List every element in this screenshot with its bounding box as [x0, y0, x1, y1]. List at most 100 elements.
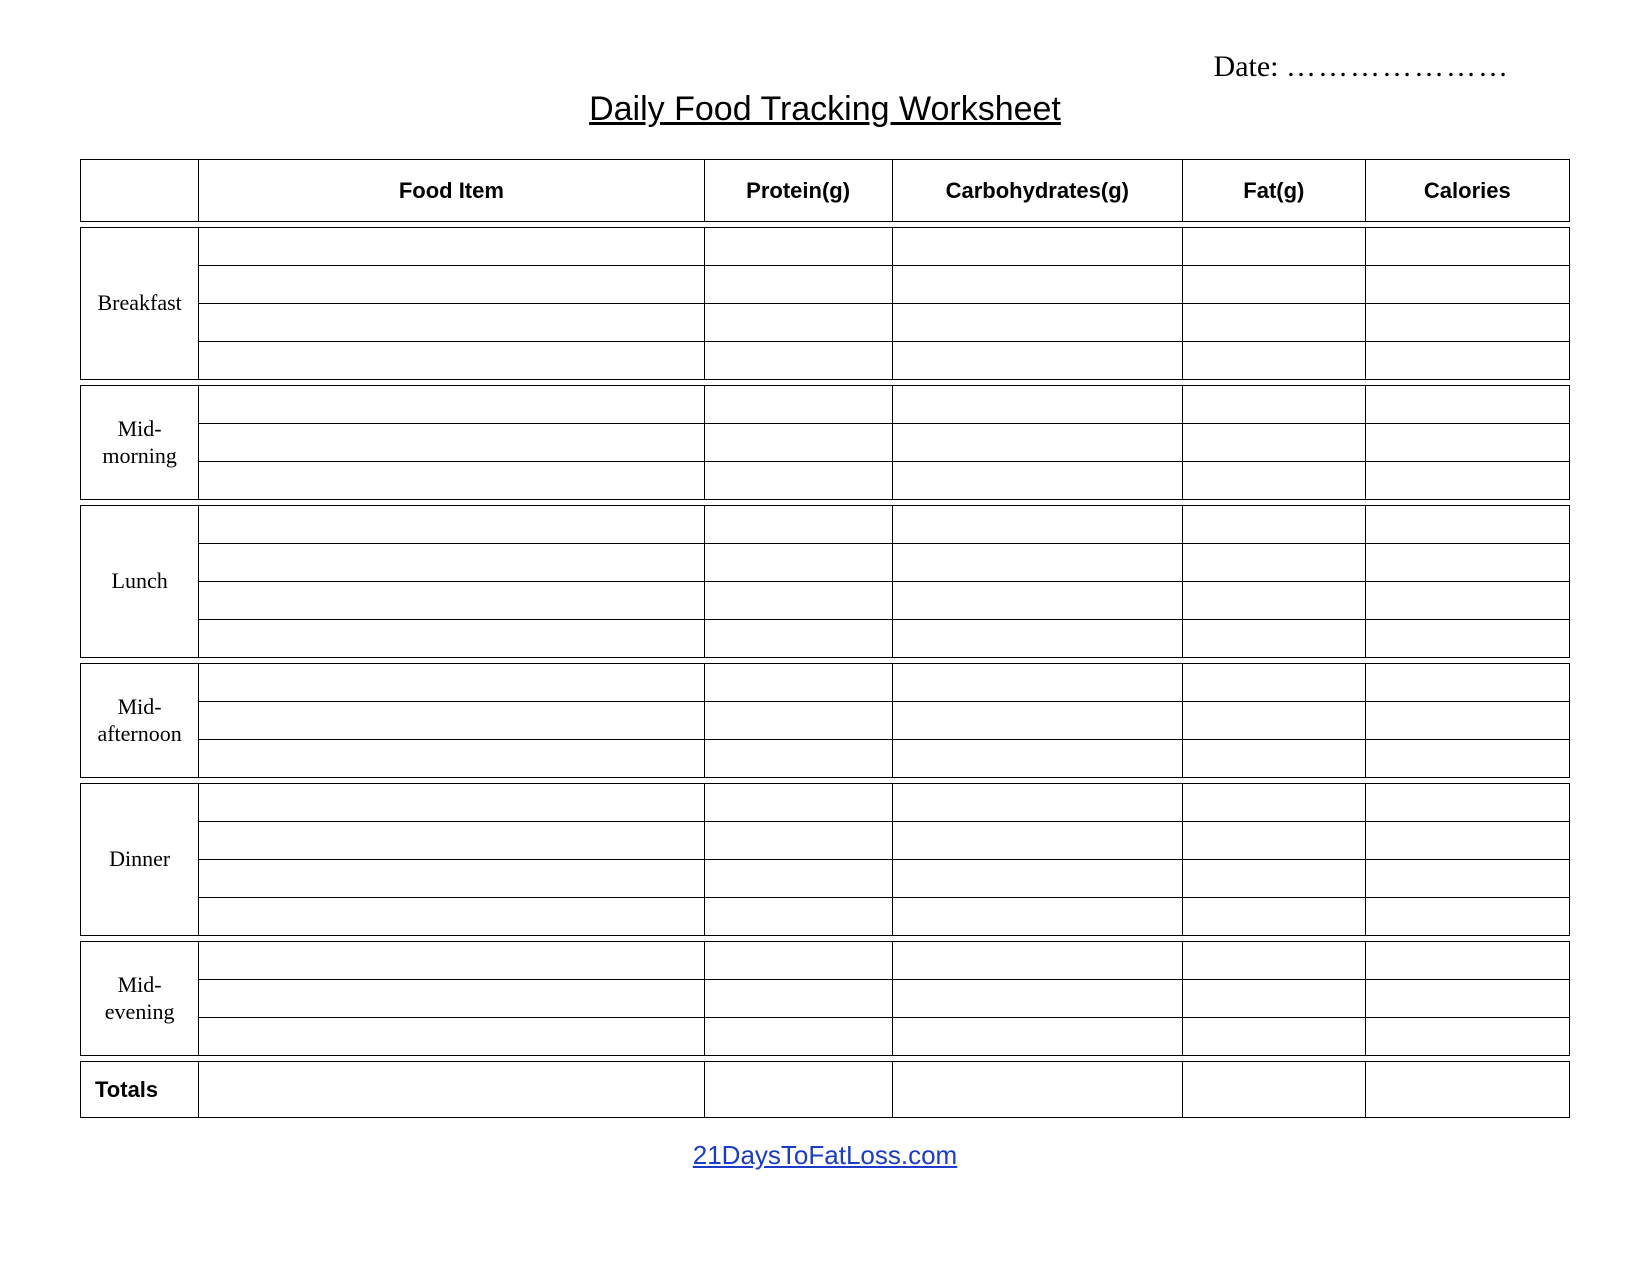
table-cell	[704, 784, 892, 822]
table-cell	[199, 898, 704, 936]
footer: 21DaysToFatLoss.com	[80, 1140, 1570, 1171]
table-row: Mid- evening	[81, 942, 1570, 980]
table-cell	[704, 544, 892, 582]
table-cell	[1365, 942, 1569, 980]
table-cell	[199, 1018, 704, 1056]
table-cell	[704, 702, 892, 740]
table-cell	[199, 582, 704, 620]
col-protein-header: Protein(g)	[704, 160, 892, 222]
table-cell	[1182, 784, 1365, 822]
table-row: Lunch	[81, 506, 1570, 544]
table-cell	[199, 342, 704, 380]
table-cell	[1182, 620, 1365, 658]
date-blank: …………………	[1286, 50, 1510, 83]
table-cell	[199, 620, 704, 658]
table-cell	[1182, 740, 1365, 778]
table-cell	[892, 266, 1182, 304]
table-cell	[892, 582, 1182, 620]
table-cell	[704, 740, 892, 778]
meal-label: Breakfast	[81, 228, 199, 380]
table-cell	[1365, 506, 1569, 544]
meal-label: Mid- afternoon	[81, 664, 199, 778]
page-title: Daily Food Tracking Worksheet	[80, 90, 1570, 129]
table-cell	[199, 980, 704, 1018]
table-cell	[199, 304, 704, 342]
table-cell	[1365, 620, 1569, 658]
meal-label: Dinner	[81, 784, 199, 936]
table-cell	[199, 506, 704, 544]
table-cell	[892, 822, 1182, 860]
table-cell	[1365, 1018, 1569, 1056]
table-cell	[1182, 980, 1365, 1018]
table-cell	[1365, 544, 1569, 582]
table-cell	[892, 860, 1182, 898]
table-row	[81, 980, 1570, 1018]
table-row	[81, 822, 1570, 860]
table-cell	[704, 386, 892, 424]
table-cell	[199, 424, 704, 462]
table-cell	[704, 506, 892, 544]
table-cell	[704, 898, 892, 936]
worksheet-page: Date: ………………… Daily Food Tracking Worksh…	[0, 0, 1650, 1275]
table-cell	[1365, 304, 1569, 342]
totals-cell	[1365, 1062, 1569, 1118]
table-cell	[892, 620, 1182, 658]
table-cell	[1365, 386, 1569, 424]
table-cell	[1182, 386, 1365, 424]
table-cell	[1182, 822, 1365, 860]
table-cell	[1365, 342, 1569, 380]
table-cell	[1182, 544, 1365, 582]
table-cell	[704, 342, 892, 380]
table-row	[81, 898, 1570, 936]
table-cell	[1182, 582, 1365, 620]
table-row	[81, 620, 1570, 658]
table-row: Mid- afternoon	[81, 664, 1570, 702]
table-cell	[892, 304, 1182, 342]
date-label: Date:	[1214, 50, 1279, 83]
col-meal-header	[81, 160, 199, 222]
table-row	[81, 266, 1570, 304]
meal-label: Mid- evening	[81, 942, 199, 1056]
table-cell	[1365, 784, 1569, 822]
col-carbs-header: Carbohydrates(g)	[892, 160, 1182, 222]
table-cell	[892, 942, 1182, 980]
table-cell	[1365, 980, 1569, 1018]
table-cell	[704, 424, 892, 462]
table-cell	[199, 942, 704, 980]
table-cell	[199, 702, 704, 740]
table-cell	[1182, 664, 1365, 702]
table-cell	[704, 228, 892, 266]
table-cell	[1182, 342, 1365, 380]
table-cell	[704, 1018, 892, 1056]
table-cell	[892, 462, 1182, 500]
table-cell	[892, 506, 1182, 544]
table-cell	[199, 822, 704, 860]
table-cell	[1182, 702, 1365, 740]
footer-link[interactable]: 21DaysToFatLoss.com	[693, 1140, 957, 1170]
table-row	[81, 702, 1570, 740]
table-cell	[199, 740, 704, 778]
table-cell	[1365, 462, 1569, 500]
table-cell	[1182, 304, 1365, 342]
table-cell	[1182, 942, 1365, 980]
table-cell	[892, 342, 1182, 380]
totals-cell	[1182, 1062, 1365, 1118]
table-row	[81, 582, 1570, 620]
date-line: Date: …………………	[80, 50, 1570, 84]
totals-cell	[892, 1062, 1182, 1118]
table-cell	[704, 304, 892, 342]
table-row: Dinner	[81, 784, 1570, 822]
table-cell	[1365, 822, 1569, 860]
table-cell	[704, 620, 892, 658]
table-cell	[704, 822, 892, 860]
table-cell	[199, 386, 704, 424]
table-cell	[892, 740, 1182, 778]
table-cell	[1365, 228, 1569, 266]
table-cell	[199, 462, 704, 500]
table-row: Mid- morning	[81, 386, 1570, 424]
col-calories-header: Calories	[1365, 160, 1569, 222]
table-cell	[704, 664, 892, 702]
table-cell	[704, 980, 892, 1018]
table-cell	[704, 942, 892, 980]
table-cell	[892, 898, 1182, 936]
